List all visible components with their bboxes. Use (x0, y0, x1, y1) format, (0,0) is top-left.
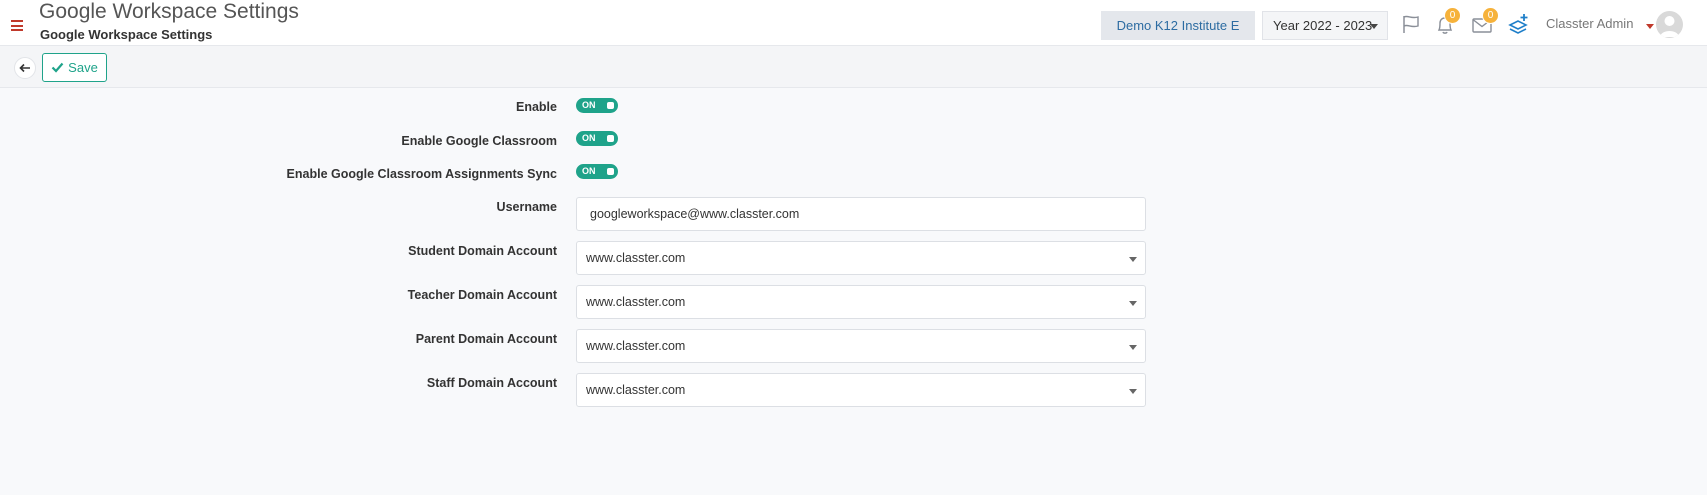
enable-assignments-sync-label: Enable Google Classroom Assignments Sync (286, 167, 557, 181)
year-selector[interactable]: Year 2022 - 2023 (1262, 11, 1388, 40)
teacher-domain-account-label: Teacher Domain Account (407, 288, 557, 302)
enable-toggle[interactable]: ON (576, 98, 618, 113)
staff-domain-account-label: Staff Domain Account (426, 376, 557, 390)
chevron-down-icon (1370, 24, 1378, 29)
username-label: Username (496, 200, 557, 214)
chevron-down-icon (1129, 389, 1137, 394)
teacher-domain-account-value: www.classter.com (586, 295, 686, 309)
username-input-value: googleworkspace@www.classter.com (590, 207, 800, 221)
enable-assignments-sync-toggle[interactable]: ON (576, 164, 618, 179)
arrow-left-icon (19, 63, 30, 73)
top-header: Google Workspace Settings Google Workspa… (0, 0, 1707, 46)
save-button[interactable]: Save (42, 53, 107, 82)
notifications-badge: 0 (1444, 7, 1461, 24)
parent-domain-account-label: Parent Domain Account (415, 332, 557, 346)
user-menu[interactable]: Classter Admin (1546, 16, 1633, 31)
student-domain-account-select[interactable]: www.classter.com (576, 241, 1146, 275)
staff-domain-account-select[interactable]: www.classter.com (576, 373, 1146, 407)
avatar[interactable] (1656, 11, 1683, 38)
flag-icon[interactable] (1400, 13, 1422, 35)
year-selector-value: Year 2022 - 2023 (1273, 18, 1373, 33)
enable-google-classroom-label: Enable Google Classroom (401, 134, 557, 148)
messages-badge: 0 (1482, 7, 1499, 24)
student-domain-account-value: www.classter.com (586, 251, 686, 265)
user-menu-chevron-icon[interactable] (1646, 24, 1654, 29)
layers-add-icon[interactable] (1508, 12, 1530, 36)
parent-domain-account-value: www.classter.com (586, 339, 686, 353)
username-input[interactable]: googleworkspace@www.classter.com (576, 197, 1146, 231)
enable-label: Enable (516, 100, 557, 114)
enable-google-classroom-toggle-state: ON (582, 132, 596, 143)
enable-toggle-state: ON (582, 99, 596, 110)
parent-domain-account-select[interactable]: www.classter.com (576, 329, 1146, 363)
page-title: Google Workspace Settings (39, 0, 299, 23)
enable-google-classroom-toggle[interactable]: ON (576, 131, 618, 146)
action-toolbar: Save (0, 46, 1707, 88)
check-icon (51, 62, 64, 73)
chevron-down-icon (1129, 345, 1137, 350)
page-subtitle: Google Workspace Settings (40, 27, 213, 42)
back-button[interactable] (14, 57, 36, 79)
institute-selector[interactable]: Demo K12 Institute E (1101, 11, 1255, 40)
save-button-label: Save (68, 60, 98, 75)
enable-assignments-sync-toggle-state: ON (582, 165, 596, 176)
staff-domain-account-value: www.classter.com (586, 383, 686, 397)
chevron-down-icon (1129, 257, 1137, 262)
chevron-down-icon (1129, 301, 1137, 306)
student-domain-account-label: Student Domain Account (408, 244, 557, 258)
teacher-domain-account-select[interactable]: www.classter.com (576, 285, 1146, 319)
hamburger-menu-icon[interactable] (11, 20, 23, 31)
